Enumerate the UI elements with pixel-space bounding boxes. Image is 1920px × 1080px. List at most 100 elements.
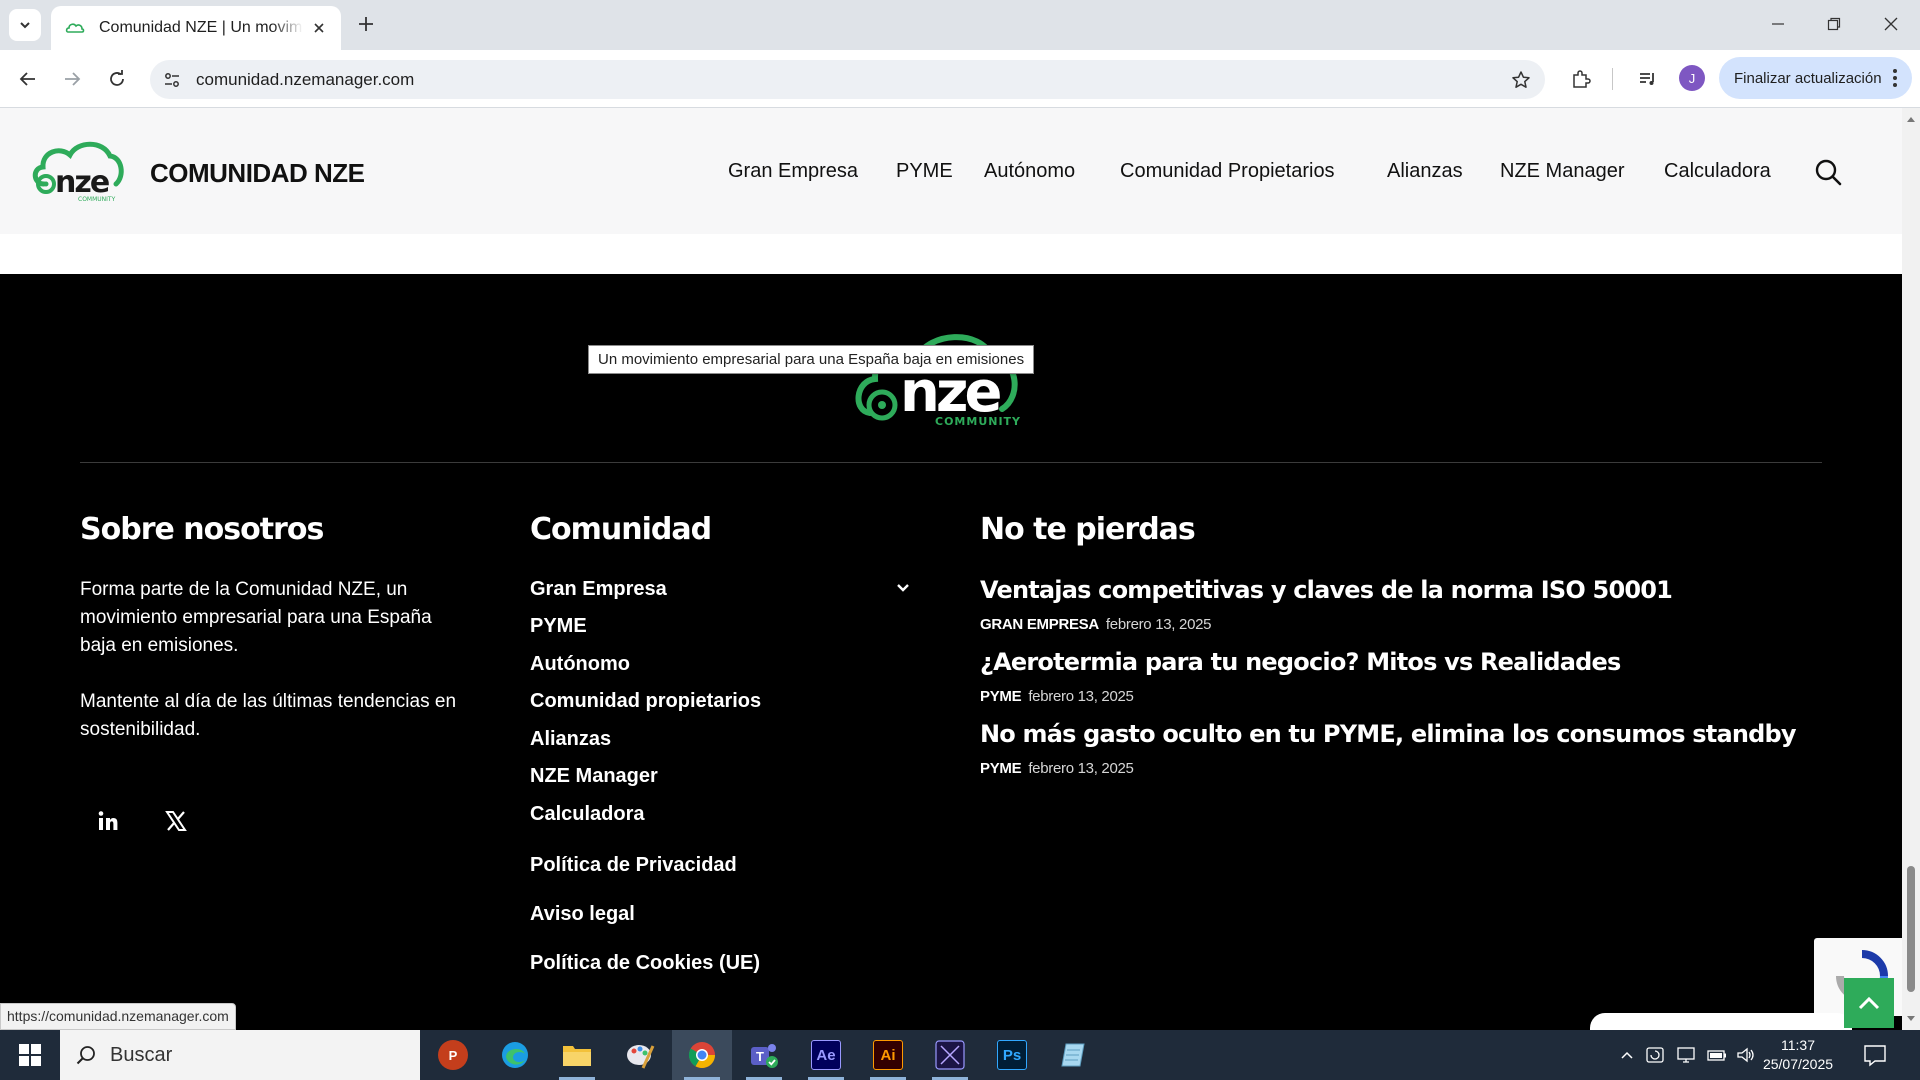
volume-icon[interactable] — [1735, 1044, 1757, 1066]
battery-icon[interactable] — [1706, 1044, 1728, 1066]
taskbar-notepad[interactable] — [1044, 1030, 1104, 1080]
search-icon[interactable] — [1814, 158, 1842, 186]
nze-logo[interactable]: nze COMMUNITY — [30, 138, 125, 203]
reload-button[interactable] — [101, 63, 133, 95]
taskbar-search[interactable]: Buscar — [60, 1030, 420, 1080]
logo-tooltip: Un movimiento empresarial para una Españ… — [588, 345, 1035, 374]
post-title[interactable]: Ventajas competitivas y claves de la nor… — [980, 576, 1673, 604]
post-title[interactable]: ¿Aerotermia para tu negocio? Mitos vs Re… — [980, 648, 1621, 676]
profile-avatar[interactable]: J — [1679, 65, 1705, 91]
notifications-icon[interactable] — [1862, 1042, 1888, 1068]
post-category[interactable]: PYME — [980, 760, 1022, 777]
taskbar-illustrator[interactable]: Ai — [858, 1030, 918, 1080]
nav-nze-manager[interactable]: NZE Manager — [1500, 160, 1625, 183]
footer-link-comunidad-propietarios[interactable]: Comunidad propietarios — [530, 690, 761, 713]
taskbar-teams[interactable]: T — [734, 1030, 794, 1080]
plus-icon — [359, 17, 373, 31]
footer-link-cookies[interactable]: Política de Cookies (UE) — [530, 952, 760, 975]
finish-update-button[interactable]: Finalizar actualización — [1719, 57, 1912, 99]
post-title[interactable]: No más gasto oculto en tu PYME, elimina … — [980, 720, 1797, 748]
nav-comunidad-propietarios[interactable]: Comunidad Propietarios — [1120, 160, 1335, 183]
post-category[interactable]: PYME — [980, 688, 1022, 705]
nav-pyme[interactable]: PYME — [896, 160, 953, 183]
brand-name[interactable]: COMUNIDAD NZE — [150, 158, 365, 189]
footer-link-autonomo[interactable]: Autónomo — [530, 653, 630, 676]
minimize-icon — [1772, 23, 1784, 25]
windows-taskbar: Buscar P T Ae Ai Ps 11:37 25/07/2025 — [0, 1030, 1920, 1080]
footer-divider — [80, 462, 1822, 463]
back-button[interactable] — [12, 63, 44, 95]
footer-link-alianzas[interactable]: Alianzas — [530, 728, 611, 751]
extensions-button[interactable] — [1565, 63, 1597, 95]
scrollbar-thumb[interactable] — [1907, 866, 1915, 992]
footer-logo-subtext: COMMUNITY — [935, 415, 1021, 428]
powerpoint-icon: P — [438, 1040, 468, 1070]
taskbar-paint[interactable] — [610, 1030, 670, 1080]
nav-autonomo[interactable]: Autónomo — [984, 160, 1075, 183]
reload-icon — [110, 70, 124, 86]
clock-date: 25/07/2025 — [1762, 1056, 1834, 1072]
more-vert-icon — [1893, 69, 1897, 87]
show-hidden-icons[interactable] — [1616, 1044, 1638, 1066]
page-scrollbar[interactable] — [1902, 108, 1920, 1030]
restore-button[interactable] — [1805, 0, 1863, 48]
footer-link-aviso-legal[interactable]: Aviso legal — [530, 903, 635, 926]
site-header: nze COMMUNITY COMUNIDAD NZE Gran Empresa… — [0, 108, 1902, 234]
overlay-widget-edge — [1590, 1013, 1852, 1030]
close-window-button[interactable] — [1862, 0, 1920, 48]
footer-link-privacidad[interactable]: Política de Privacidad — [530, 854, 737, 877]
minimize-button[interactable] — [1749, 0, 1807, 48]
toolbar-separator — [1612, 68, 1613, 90]
finish-update-label: Finalizar actualización — [1734, 69, 1882, 87]
footer-link-pyme[interactable]: PYME — [530, 615, 587, 638]
taskbar-chrome[interactable] — [672, 1030, 732, 1080]
taskbar-photoshop[interactable]: Ps — [982, 1030, 1042, 1080]
after-effects-icon: Ae — [811, 1040, 841, 1070]
link-status-bubble: https://comunidad.nzemanager.com — [0, 1003, 236, 1030]
illustrator-icon: Ai — [873, 1040, 903, 1070]
nav-calculadora[interactable]: Calculadora — [1664, 160, 1771, 183]
chevron-down-icon[interactable] — [893, 578, 913, 598]
about-paragraph-2: Mantente al día de las últimas tendencia… — [80, 691, 457, 740]
site-info-icon[interactable] — [160, 68, 184, 92]
footer-link-calculadora[interactable]: Calculadora — [530, 803, 644, 826]
linkedin-button[interactable] — [80, 793, 136, 849]
svg-text:T: T — [756, 1049, 764, 1064]
taskbar-clock[interactable]: 11:37 25/07/2025 — [1760, 1036, 1836, 1074]
back-to-top-button[interactable] — [1844, 978, 1894, 1028]
x-twitter-button[interactable] — [148, 793, 204, 849]
tray-security-icon[interactable] — [1644, 1044, 1666, 1066]
scroll-down-arrow-icon[interactable] — [1906, 1014, 1916, 1024]
post-category[interactable]: GRAN EMPRESA — [980, 616, 1099, 633]
taskbar-edge[interactable] — [485, 1030, 545, 1080]
tab-search-button[interactable] — [9, 9, 41, 41]
nav-gran-empresa[interactable]: Gran Empresa — [728, 160, 858, 183]
taskbar-powerpoint[interactable]: P — [423, 1030, 483, 1080]
taskbar-after-effects[interactable]: Ae — [796, 1030, 856, 1080]
chevron-down-icon — [20, 22, 30, 29]
windows-logo-icon — [19, 1044, 41, 1066]
taskbar-file-explorer[interactable] — [547, 1030, 607, 1080]
media-control-button[interactable] — [1632, 63, 1664, 95]
footer-link-nze-manager[interactable]: NZE Manager — [530, 765, 658, 788]
teams-icon: T — [751, 1044, 778, 1068]
taskbar-premiere[interactable] — [920, 1030, 980, 1080]
active-tab[interactable]: Comunidad NZE | Un movimiento empresaria… — [51, 6, 341, 50]
scroll-up-arrow-icon[interactable] — [1906, 114, 1916, 124]
new-tab-button[interactable] — [352, 10, 380, 38]
footer-link-gran-empresa[interactable]: Gran Empresa — [530, 578, 667, 601]
close-tab-icon[interactable] — [309, 18, 329, 38]
post-meta: GRAN EMPRESA febrero 13, 2025 — [980, 616, 1212, 633]
tab-title: Comunidad NZE | Un movimiento empresaria… — [99, 19, 303, 36]
arrow-right-icon — [65, 72, 81, 86]
network-icon[interactable] — [1675, 1044, 1697, 1066]
address-bar[interactable]: comunidad.nzemanager.com — [150, 60, 1545, 99]
page-viewport: nze COMMUNITY COMUNIDAD NZE Gran Empresa… — [0, 108, 1902, 1030]
bookmark-star-icon[interactable] — [1509, 68, 1533, 92]
tab-strip: Comunidad NZE | Un movimiento empresaria… — [0, 0, 1920, 50]
file-explorer-icon — [563, 1046, 591, 1066]
url-text[interactable]: comunidad.nzemanager.com — [196, 70, 414, 90]
nav-alianzas[interactable]: Alianzas — [1387, 160, 1463, 183]
forward-button[interactable] — [56, 63, 88, 95]
start-button[interactable] — [0, 1030, 60, 1080]
